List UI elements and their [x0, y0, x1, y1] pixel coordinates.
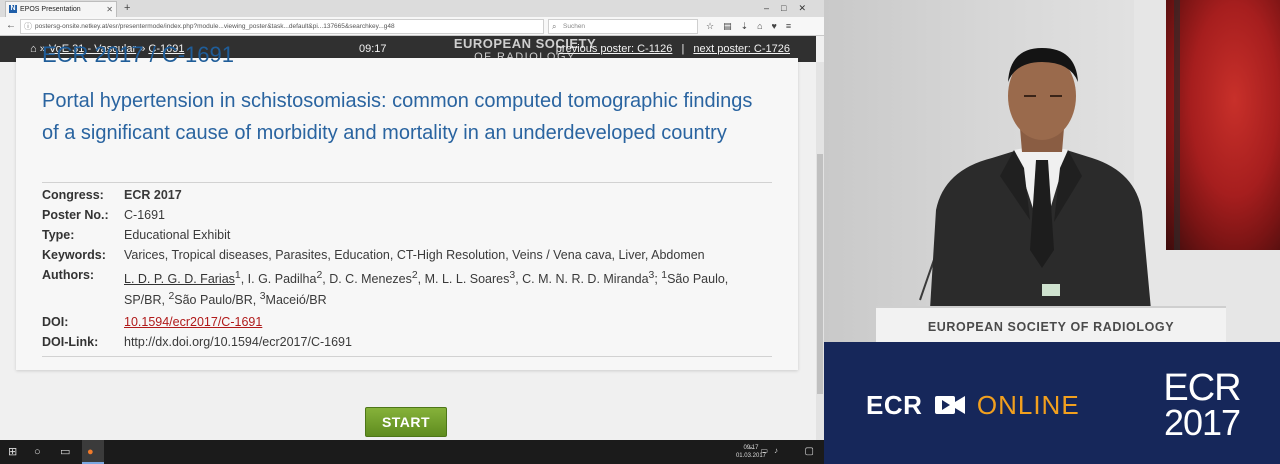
- windows-start-icon[interactable]: ⊞: [8, 444, 17, 460]
- ecr-year-logo: ECR 2017: [1160, 367, 1244, 443]
- ecr-online-branding: ECR ONLINE ECR 2017: [824, 342, 1280, 464]
- previous-poster-link[interactable]: previous poster: C-1126: [556, 43, 673, 55]
- presentation-screen: N EPOS Presentation ✕ + –□✕ ← ⓘ postersg…: [0, 0, 824, 464]
- address-bar[interactable]: ⓘ postersg-onsite.netkey.at/esr/presente…: [20, 19, 544, 34]
- meta-label: Authors:: [42, 267, 95, 282]
- poster-metadata-table: Congress: ECR 2017 Poster No.: C-1691 Ty…: [42, 182, 772, 358]
- home-icon[interactable]: ⌂: [30, 43, 37, 55]
- taskbar-clock[interactable]: 09:17 01.03.2017: [736, 444, 766, 460]
- author-name: , D. C. Menezes: [322, 271, 412, 286]
- meta-value-doi-link[interactable]: http://dx.doi.org/10.1594/ecr2017/C-1691: [124, 334, 772, 351]
- scrollbar-thumb[interactable]: [817, 154, 823, 394]
- meta-value-poster-no: C-1691: [124, 207, 165, 222]
- ecr-year-line2: 2017: [1163, 402, 1241, 443]
- back-icon[interactable]: ←: [6, 19, 16, 33]
- poster-heading: ECR 2017 / C-1691: [42, 42, 234, 67]
- clock-time: 09:17: [743, 445, 759, 451]
- browser-tab[interactable]: N EPOS Presentation ✕: [5, 1, 117, 17]
- search-icon: ⌕: [552, 22, 557, 31]
- author-name: , C. M. N. R. D. Miranda: [515, 271, 649, 286]
- close-tab-icon[interactable]: ✕: [106, 2, 113, 17]
- meta-label: DOI:: [42, 314, 69, 329]
- author-name: , M. L. L. Soares: [417, 271, 510, 286]
- poster-info-card: ECR 2017 / C-1691 Portal hypertension in…: [16, 42, 798, 370]
- address-bar-url: postersg-onsite.netkey.at/esr/presenterm…: [35, 23, 395, 30]
- doi-link[interactable]: 10.1594/ecr2017/C-1691: [124, 315, 262, 329]
- meta-row-keywords: Keywords: Varices, Tropical diseases, Pa…: [42, 245, 772, 265]
- video-frame: N EPOS Presentation ✕ + –□✕ ← ⓘ postersg…: [0, 0, 1280, 464]
- browser-tab-bar: N EPOS Presentation ✕ + –□✕: [0, 0, 824, 17]
- search-circle-icon[interactable]: ○: [34, 444, 41, 460]
- ecr-text: ECR: [866, 390, 923, 420]
- author-name: , I. G. Padilha: [240, 271, 317, 286]
- ecr-year-line1: ECR: [1163, 367, 1241, 409]
- search-input[interactable]: ⌕ Suchen: [548, 19, 698, 34]
- meta-row-type: Type: Educational Exhibit: [42, 225, 772, 245]
- meta-value-type: Educational Exhibit: [124, 227, 231, 242]
- video-camera-icon: [934, 396, 965, 415]
- meta-value-keywords: Varices, Tropical diseases, Parasites, E…: [124, 247, 705, 262]
- scrollbar[interactable]: [816, 62, 824, 440]
- window-controls[interactable]: –□✕: [764, 0, 818, 16]
- toolbar-icons[interactable]: ☆▤⇣⌂♥≡: [706, 19, 800, 33]
- file-explorer-icon[interactable]: ▭: [60, 444, 70, 460]
- meta-row-doi: DOI: 10.1594/ecr2017/C-1691: [42, 312, 772, 332]
- os-taskbar: ⊞ ○ ▭ ● ⌃▭♪ 09:17 01.03.2017 ▢: [0, 440, 824, 464]
- online-text: ONLINE: [976, 390, 1080, 420]
- author-link[interactable]: L. D. P. G. D. Farias: [124, 272, 235, 286]
- affiliation: São Paulo/BR,: [174, 292, 260, 307]
- speaker-video: EUROPEAN SOCIETY OF RADIOLOGY: [824, 0, 1280, 342]
- speaker-person: [919, 48, 1154, 342]
- start-button[interactable]: START: [365, 407, 447, 437]
- meta-label: Type:: [42, 227, 75, 242]
- site-favicon-icon: N: [9, 5, 17, 13]
- meta-row-poster-no: Poster No.: C-1691: [42, 205, 772, 225]
- poster-navigation: previous poster: C-1126 | next poster: C…: [556, 42, 790, 56]
- meta-label: Poster No.:: [42, 207, 109, 222]
- affiliation: São: [667, 271, 690, 286]
- info-icon: ⓘ: [24, 22, 32, 31]
- poster-title: Portal hypertension in schistosomiasis: …: [42, 90, 753, 144]
- podium: EUROPEAN SOCIETY OF RADIOLOGY: [876, 306, 1226, 342]
- meta-value-congress: ECR 2017: [124, 187, 182, 202]
- meta-row-doi-link: DOI-Link: http://dx.doi.org/10.1594/ecr2…: [42, 332, 772, 352]
- ecr-online-logo: ECR ONLINE: [866, 390, 1080, 420]
- browser-tab-title: EPOS Presentation: [20, 6, 81, 13]
- affiliation: Maceió/BR: [265, 292, 327, 307]
- meta-label: Congress:: [42, 187, 104, 202]
- meta-value-authors: L. D. P. G. D. Farias1, I. G. Padilha2, …: [124, 269, 729, 307]
- notification-icon[interactable]: ▢: [805, 444, 814, 460]
- next-poster-link[interactable]: next poster: C-1726: [693, 43, 790, 55]
- podium-label: EUROPEAN SOCIETY OF RADIOLOGY: [927, 320, 1175, 334]
- meta-label: Keywords:: [42, 247, 106, 262]
- new-tab-icon[interactable]: +: [124, 0, 130, 16]
- presentation-timer: 09:17: [359, 43, 387, 55]
- meta-label: DOI-Link:: [42, 334, 99, 349]
- poster-nav-separator: |: [681, 43, 685, 55]
- meta-row-congress: Congress: ECR 2017: [42, 185, 772, 205]
- browser-nav-bar: ← ⓘ postersg-onsite.netkey.at/esr/presen…: [0, 17, 824, 36]
- clock-date: 01.03.2017: [735, 453, 766, 459]
- firefox-taskbar-button[interactable]: ●: [82, 440, 104, 464]
- firefox-icon: ●: [87, 446, 94, 458]
- search-placeholder: Suchen: [563, 23, 586, 30]
- meta-row-authors: Authors: L. D. P. G. D. Farias1, I. G. P…: [42, 265, 772, 310]
- poster-content-area: ECR 2017 / C-1691 Portal hypertension in…: [0, 42, 816, 440]
